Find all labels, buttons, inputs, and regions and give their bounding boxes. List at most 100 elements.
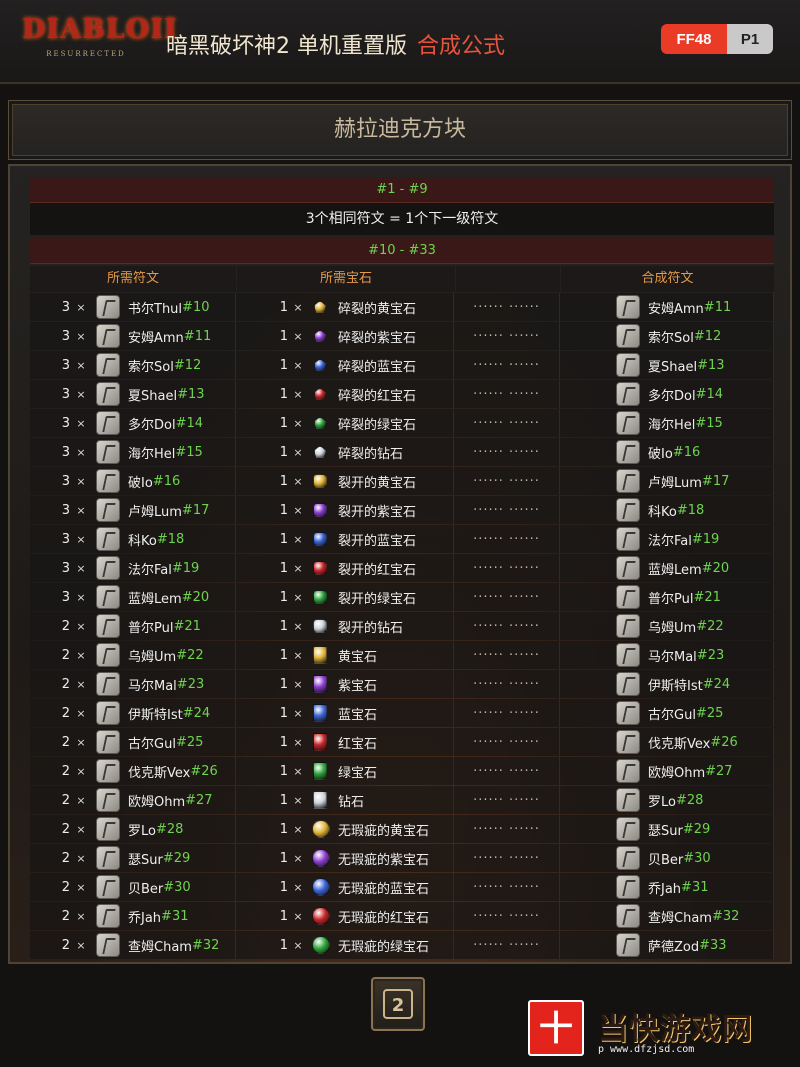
logo-main: DIABLOII — [22, 14, 177, 45]
required-rune-cell: 3 × 卢姆Lum #17 — [30, 496, 236, 524]
gem-name: 无瑕疵的红宝石 — [338, 910, 430, 926]
rune-stone-icon — [616, 469, 640, 493]
gem-name: 无瑕疵的紫宝石 — [338, 852, 430, 868]
multiply-sign: × — [293, 387, 303, 401]
result-rune-number: #33 — [699, 937, 727, 953]
result-rune-number: #19 — [691, 531, 720, 547]
rune-quantity: 3 — [61, 502, 70, 518]
required-rune-number: #30 — [163, 879, 191, 895]
result-rune-name: 乔Jah — [648, 881, 682, 897]
required-rune-number: #12 — [173, 357, 202, 373]
required-rune-name: 海尔Hel — [128, 446, 176, 462]
column-header-spacer — [456, 266, 560, 292]
connector-dots: ······ ······ — [454, 467, 560, 495]
recipe-row: 2 × 伊斯特Ist #24 1 × 蓝宝石 ······ ······ 古尔Gul #25 — [30, 699, 774, 727]
gem-quantity: 1 — [279, 357, 288, 373]
recipe-row: 3 × 海尔Hel #15 1 × 碎裂的钻石 ······ ······ 破Io #16 — [30, 438, 774, 466]
required-rune-name: 查姆Cham — [128, 939, 192, 955]
recipe-row: 3 × 破Io #16 1 × 裂开的黄宝石 ······ ······ 卢姆Lum #17 — [30, 467, 774, 495]
result-rune-cell: 卢姆Lum #17 — [560, 467, 774, 495]
gem-quantity: 1 — [279, 647, 288, 663]
connector-dots: ······ ······ — [454, 728, 560, 756]
result-rune-name: 乌姆Um — [648, 620, 697, 636]
rune-quantity: 2 — [61, 908, 70, 924]
multiply-sign: × — [76, 677, 86, 691]
multiply-sign: × — [293, 909, 303, 923]
gem-quantity: 1 — [279, 444, 288, 460]
cube-button[interactable]: 2 — [371, 977, 425, 1031]
rune-stone-icon — [616, 382, 640, 406]
rune-stone-icon — [616, 672, 640, 696]
rune-quantity: 3 — [61, 299, 70, 315]
result-rune-name: 法尔Fal — [648, 533, 692, 549]
rune-stone-icon — [96, 556, 120, 580]
gem-icon — [313, 503, 327, 517]
gem-quantity: 1 — [279, 502, 288, 518]
required-rune-number: #19 — [171, 560, 200, 576]
required-rune-name: 古尔Gul — [128, 736, 176, 752]
page-header: DIABLOII RESURRECTED 暗黑破坏神2 单机重置版 合成公式 FF… — [0, 0, 800, 84]
badge-right: P1 — [727, 24, 773, 54]
required-gem-cell: 1 × 碎裂的红宝石 — [236, 380, 454, 408]
recipe-row: 2 × 贝Ber #30 1 × 无瑕疵的蓝宝石 ······ ······ 乔Jah #31 — [30, 873, 774, 901]
required-rune-name: 马尔Mal — [128, 678, 177, 694]
gem-quantity: 1 — [279, 560, 288, 576]
result-rune-cell: 乌姆Um #22 — [560, 612, 774, 640]
rune-quantity: 2 — [61, 618, 70, 634]
rune-stone-icon — [96, 469, 120, 493]
rune-stone-icon — [96, 759, 120, 783]
gem-icon — [314, 359, 326, 371]
recipe-table-body: 3 × 书尔Thul #10 1 × 碎裂的黄宝石 ······ ······ 安姆Amn #11… — [30, 293, 774, 959]
rune-stone-icon — [96, 701, 120, 725]
required-rune-cell: 2 × 欧姆Ohm #27 — [30, 786, 236, 814]
rune-quantity: 2 — [61, 647, 70, 663]
required-rune-cell: 3 × 科Ko #18 — [30, 525, 236, 553]
required-rune-cell: 3 × 蓝姆Lem #20 — [30, 583, 236, 611]
required-rune-cell: 2 × 乌姆Um #22 — [30, 641, 236, 669]
required-rune-number: #22 — [176, 647, 204, 663]
required-rune-cell: 3 × 索尔Sol #12 — [30, 351, 236, 379]
rune-quantity: 2 — [61, 879, 70, 895]
required-rune-name: 多尔Dol — [128, 417, 176, 433]
rune-stone-icon — [616, 498, 640, 522]
required-rune-name: 蓝姆Lem — [128, 591, 182, 607]
recipe-row: 3 × 索尔Sol #12 1 × 碎裂的蓝宝石 ······ ······ 夏Shael #13 — [30, 351, 774, 379]
recipe-row: 2 × 欧姆Ohm #27 1 × 钻石 ······ ······ 罗Lo #28 — [30, 786, 774, 814]
recipe-row: 2 × 古尔Gul #25 1 × 红宝石 ······ ······ 伐克斯Vex #26 — [30, 728, 774, 756]
rune-quantity: 2 — [61, 763, 70, 779]
multiply-sign: × — [293, 300, 303, 314]
gem-quantity: 1 — [279, 879, 288, 895]
result-rune-cell: 欧姆Ohm #27 — [560, 757, 774, 785]
gem-name: 裂开的红宝石 — [338, 562, 417, 578]
rune-stone-icon — [96, 498, 120, 522]
result-rune-cell: 萨德Zod #33 — [560, 931, 774, 959]
required-rune-name: 伊斯特Ist — [128, 707, 183, 723]
multiply-sign: × — [76, 329, 86, 343]
required-rune-name: 书尔Thul — [128, 301, 183, 317]
column-header-result-rune: 合成符文 — [561, 266, 774, 292]
connector-dots: ······ ······ — [454, 931, 560, 959]
watermark-badge-glyph: 十 — [539, 1009, 573, 1049]
connector-dots: ······ ······ — [454, 815, 560, 843]
multiply-sign: × — [76, 619, 86, 633]
connector-dots: ······ ······ — [454, 554, 560, 582]
rune-stone-icon — [616, 295, 640, 319]
result-rune-name: 索尔Sol — [648, 330, 694, 346]
result-rune-number: #24 — [702, 676, 731, 692]
gem-quantity: 1 — [279, 792, 288, 808]
required-rune-name: 乌姆Um — [128, 649, 177, 665]
result-rune-name: 蓝姆Lem — [648, 562, 702, 578]
rune-quantity: 3 — [61, 415, 70, 431]
gem-icon — [314, 330, 326, 342]
recipe-row: 2 × 查姆Cham #32 1 × 无瑕疵的绿宝石 ······ ······ 萨德Zod #3… — [30, 931, 774, 959]
required-rune-number: #28 — [155, 821, 184, 837]
multiply-sign: × — [76, 474, 86, 488]
result-rune-number: #30 — [683, 850, 711, 866]
gem-name: 无瑕疵的蓝宝石 — [338, 881, 430, 897]
required-rune-name: 索尔Sol — [128, 359, 174, 375]
multiply-sign: × — [293, 735, 303, 749]
required-rune-number: #29 — [162, 850, 191, 866]
recipe-row: 2 × 马尔Mal #23 1 × 紫宝石 ······ ······ 伊斯特Ist #24 — [30, 670, 774, 698]
rune-stone-icon — [96, 295, 120, 319]
gem-icon — [313, 762, 327, 780]
